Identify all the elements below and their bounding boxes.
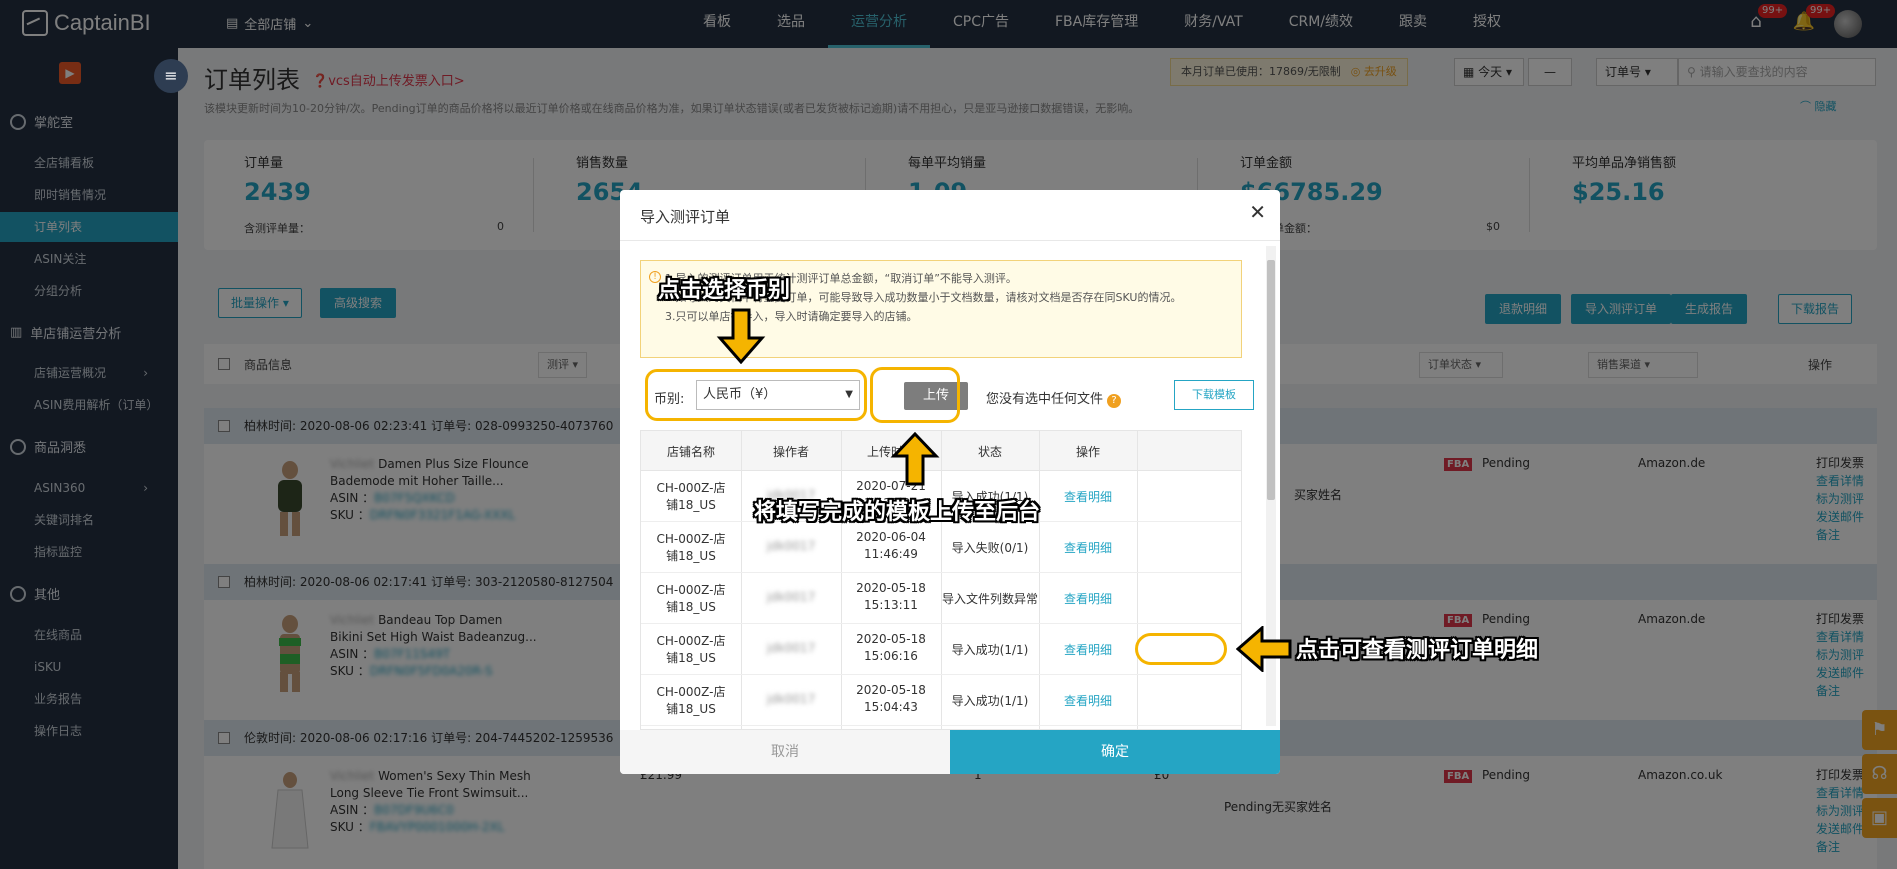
arrow-left-icon [1236,626,1292,672]
scrollbar-thumb[interactable] [1267,260,1275,500]
download-template-button[interactable]: 下载模板 [1174,380,1254,410]
import-history-table: 店铺名称 操作者 上传时间 状态 操作 CH-000Z-店铺18_US jdk0… [640,430,1242,730]
table-row: CH-000Z-店铺18_US jdk0017 2020-06-04 11:46… [641,522,1241,573]
modal-title: 导入测评订单 [640,208,731,226]
view-details-link[interactable]: 查看明细 [1039,590,1137,607]
view-details-link[interactable]: 查看明细 [1039,641,1137,658]
table-row: CH-000Z-店铺18_US jdk0017 2020-05-18 15:13… [641,573,1241,624]
cancel-button[interactable]: 取消 [620,730,950,774]
file-status: 您没有选中任何文件? [986,388,1122,408]
table-row: CH-000Z-店铺18_US jdk0017 2020-05-18 15:04… [641,675,1241,726]
annotation-view-details: 点击可查看测评订单明细 [1296,638,1539,663]
collapse-sidebar-icon[interactable]: ≡ [154,59,188,93]
help-icon[interactable]: ? [1107,394,1122,408]
annotation-currency: 点击选择币别 [658,278,791,303]
currency-highlight [645,369,867,421]
view-details-link[interactable]: 查看明细 [1039,692,1137,709]
view-details-link[interactable]: 查看明细 [1039,488,1137,505]
upload-highlight [870,367,960,423]
close-icon[interactable]: ✕ [1249,200,1266,224]
arrow-down-icon [716,308,766,364]
confirm-button[interactable]: 确定 [950,730,1280,774]
annotation-upload: 将填写完成的模板上传至后台 [754,500,1041,525]
divider [620,240,1280,241]
arrow-up-icon [890,432,940,486]
view-details-highlight [1135,633,1227,665]
view-details-link[interactable]: 查看明细 [1039,539,1137,556]
